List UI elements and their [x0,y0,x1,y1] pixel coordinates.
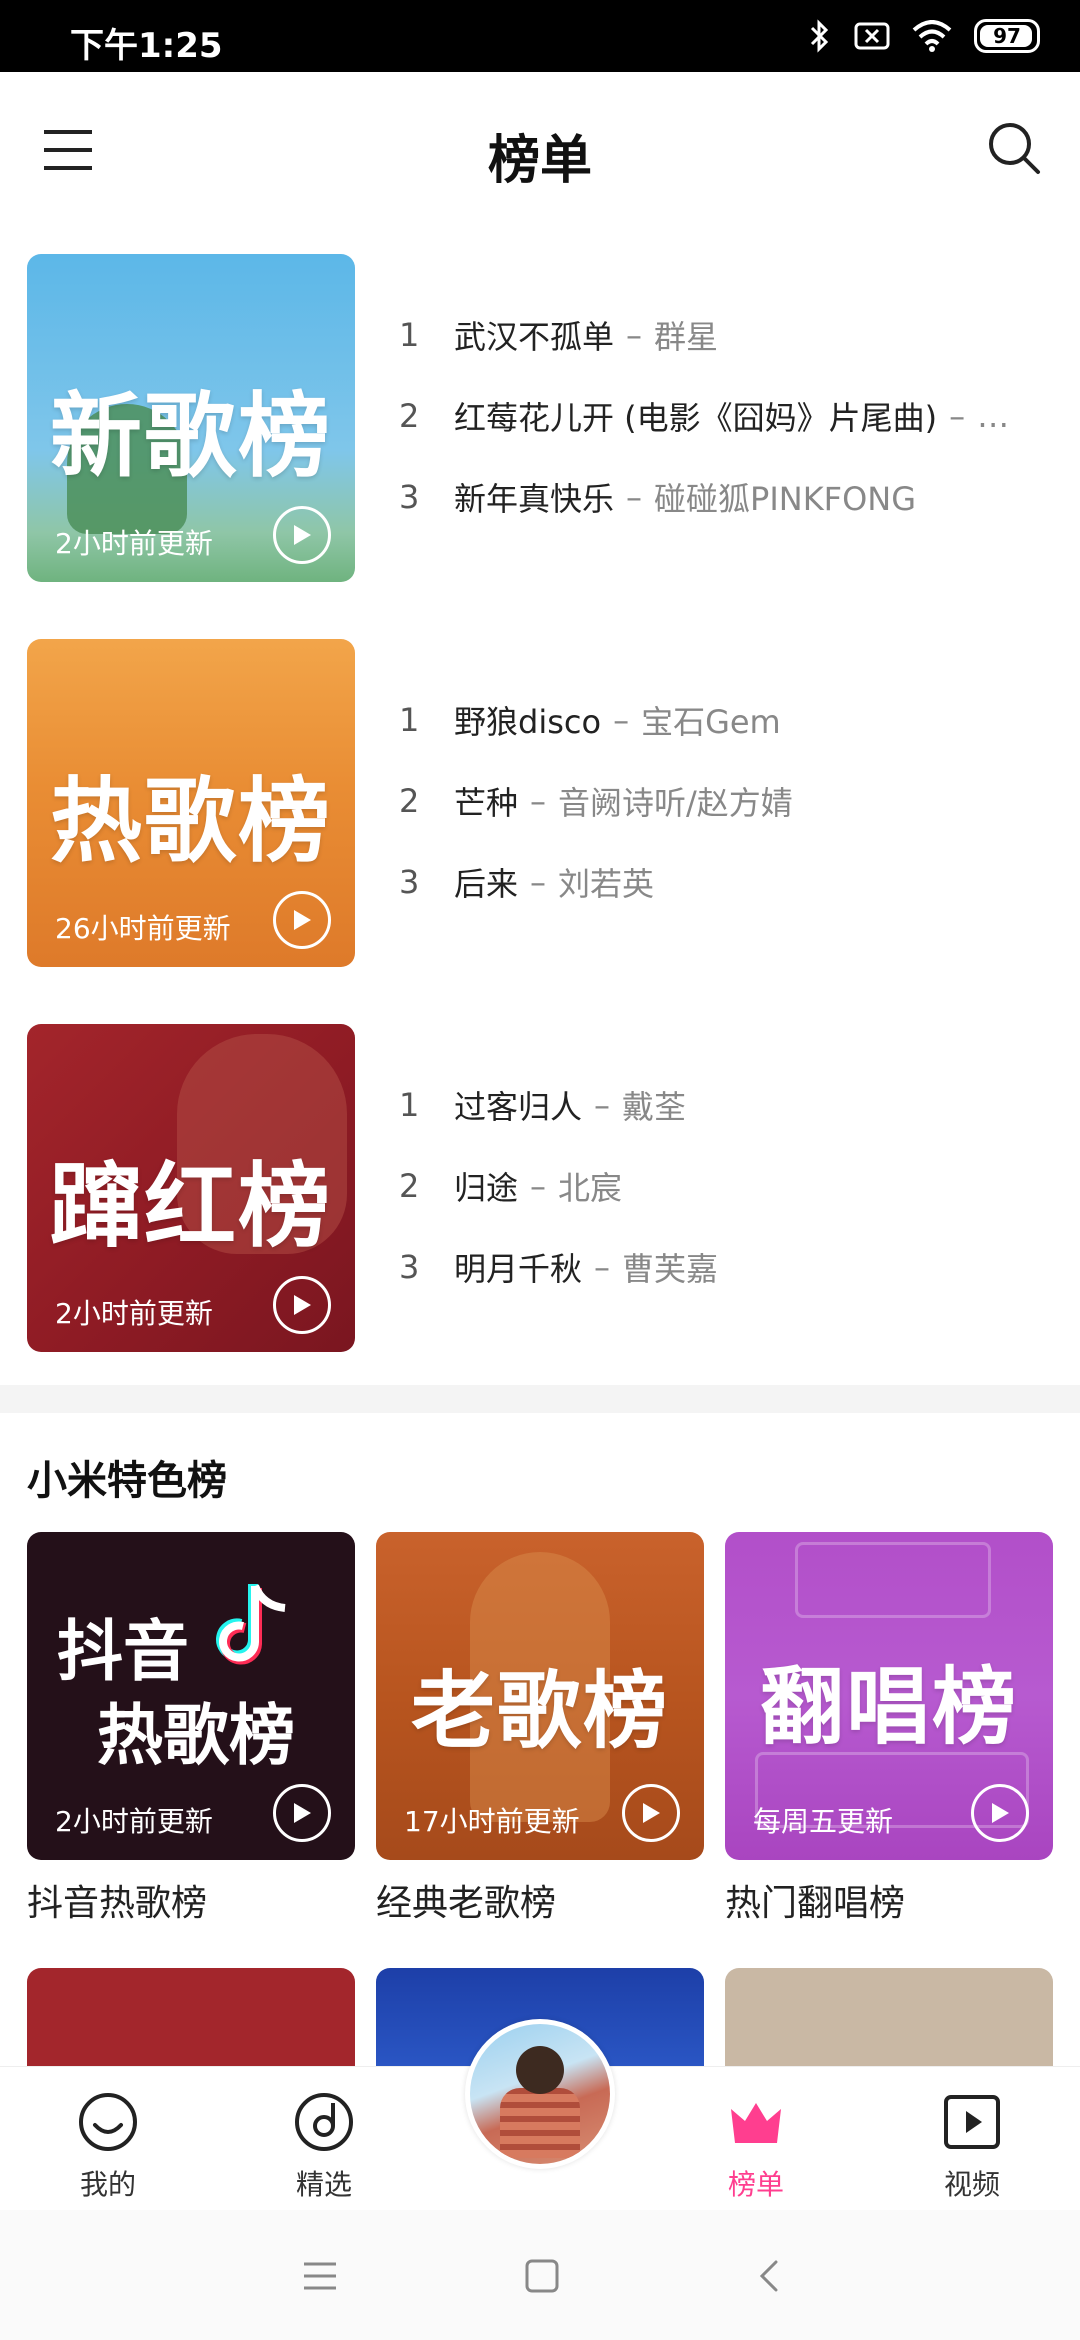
cover-title-line1: 抖音 [57,1613,189,1690]
track-item[interactable]: 1 过客归人 – 戴荃 [399,1064,1053,1145]
play-icon [294,525,311,545]
status-time: 下午1:25 [70,26,223,66]
update-time: 2小时前更新 [55,1297,213,1330]
chart-cover[interactable]: 热歌榜 26小时前更新 [27,639,355,967]
update-time: 每周五更新 [753,1805,894,1838]
chart-card-new[interactable]: 新歌榜 2小时前更新 1 武汉不孤单 – 群星 2 红莓花儿开 (电影《囧妈》片… [27,254,1053,582]
album-art [470,2024,610,2164]
track-item[interactable]: 1 武汉不孤单 – 群星 [399,294,1053,375]
home-icon[interactable] [522,2256,562,2296]
status-bar: 下午1:25 97 [0,0,1080,72]
update-time: 17小时前更新 [404,1805,580,1838]
nav-label: 精选 [295,2168,352,2201]
track-list: 1 过客归人 – 戴荃 2 归途 – 北宸 3 明月千秋 – 曹芙嘉 [399,1064,1053,1307]
play-button[interactable] [971,1784,1029,1842]
nav-item-mine[interactable]: 我的 [48,2091,168,2203]
play-icon [294,910,311,930]
cover-title: 老歌榜 [410,1662,669,1760]
wifi-icon [912,20,952,52]
track-item[interactable]: 2 归途 – 北宸 [399,1145,1053,1226]
battery-indicator: 97 [974,19,1040,53]
cover-title: 新歌榜 [49,383,332,490]
nav-label: 我的 [79,2168,136,2201]
tiktok-note-icon [216,1584,286,1665]
play-button[interactable] [622,1784,680,1842]
featured-cover-peek[interactable] [725,1968,1053,2068]
featured-cover-peek[interactable] [27,1968,355,2068]
featured-label[interactable]: 抖音热歌榜 [27,1874,355,1926]
update-time: 2小时前更新 [55,1805,213,1838]
sim-off-icon [854,22,890,50]
back-icon[interactable] [750,2256,790,2296]
play-icon [643,1803,660,1823]
now-playing-disc[interactable] [465,2019,615,2169]
cover-title: 翻唱榜 [759,1658,1018,1756]
featured-cover[interactable]: 老歌榜 17小时前更新 [376,1532,704,1860]
nav-item-video[interactable]: 视频 [912,2091,1032,2203]
play-button[interactable] [273,1784,331,1842]
disc-icon [295,2093,353,2151]
search-button[interactable] [984,118,1044,178]
featured-card-douyin[interactable]: 抖音 热歌榜 2小时前更新 抖音热歌榜 [27,1532,355,1926]
section-title: 小米特色榜 [27,1458,227,1504]
cover-title: 热歌榜 [49,768,332,875]
featured-label[interactable]: 热门翻唱榜 [725,1874,1053,1926]
recents-icon[interactable] [300,2256,340,2296]
nav-label: 视频 [943,2168,1000,2201]
crown-icon [731,2103,781,2143]
status-icons: 97 [808,16,1040,56]
smile-icon [79,2093,137,2151]
track-list: 1 野狼disco – 宝石Gem 2 芒种 – 音阙诗听/赵方婧 3 后来 –… [399,679,1053,922]
track-item[interactable]: 3 新年真快乐 – 碰碰狐PINKFONG [399,456,1053,537]
track-item[interactable]: 3 明月千秋 – 曹芙嘉 [399,1226,1053,1307]
featured-label[interactable]: 经典老歌榜 [376,1874,704,1926]
track-item[interactable]: 3 后来 – 刘若英 [399,841,1053,922]
featured-cover[interactable]: 翻唱榜 每周五更新 [725,1532,1053,1860]
section-divider [0,1385,1080,1413]
track-item[interactable]: 1 野狼disco – 宝石Gem [399,679,1053,760]
chart-card-hot[interactable]: 热歌榜 26小时前更新 1 野狼disco – 宝石Gem 2 芒种 – 音阙诗… [27,639,1053,967]
chart-cover[interactable]: 新歌榜 2小时前更新 [27,254,355,582]
track-item[interactable]: 2 红莓花儿开 (电影《囧妈》片尾曲) – … [399,375,1053,456]
cover-title: 蹿红榜 [49,1153,332,1260]
cassette-illustration [795,1542,991,1618]
app-header: 榜单 [0,72,1080,228]
nav-label: 榜单 [727,2168,784,2201]
featured-card-classic[interactable]: 老歌榜 17小时前更新 经典老歌榜 [376,1532,704,1926]
page-title: 榜单 [487,131,592,191]
track-item[interactable]: 2 芒种 – 音阙诗听/赵方婧 [399,760,1053,841]
play-button[interactable] [273,891,331,949]
nav-item-featured[interactable]: 精选 [264,2091,384,2203]
featured-card-cover-songs[interactable]: 翻唱榜 每周五更新 热门翻唱榜 [725,1532,1053,1926]
bottom-nav: 我的 精选 榜单 视频 [0,2019,1080,2211]
cover-title-line2: 热歌榜 [97,1697,295,1774]
play-icon [294,1295,311,1315]
nav-item-charts[interactable]: 榜单 [696,2091,816,2203]
video-icon [944,2095,1000,2149]
play-button[interactable] [273,506,331,564]
chart-cover[interactable]: 蹿红榜 2小时前更新 [27,1024,355,1352]
chart-card-rising[interactable]: 蹿红榜 2小时前更新 1 过客归人 – 戴荃 2 归途 – 北宸 3 明月千秋 … [27,1024,1053,1352]
play-button[interactable] [273,1276,331,1334]
track-list: 1 武汉不孤单 – 群星 2 红莓花儿开 (电影《囧妈》片尾曲) – … 3 新… [399,294,1053,537]
update-time: 26小时前更新 [55,912,231,945]
play-icon [294,1803,311,1823]
featured-cover[interactable]: 抖音 热歌榜 2小时前更新 [27,1532,355,1860]
update-time: 2小时前更新 [55,527,213,560]
play-icon [992,1803,1009,1823]
system-nav-bar [0,2210,1080,2340]
bluetooth-icon [810,19,829,53]
search-icon [989,123,1040,174]
